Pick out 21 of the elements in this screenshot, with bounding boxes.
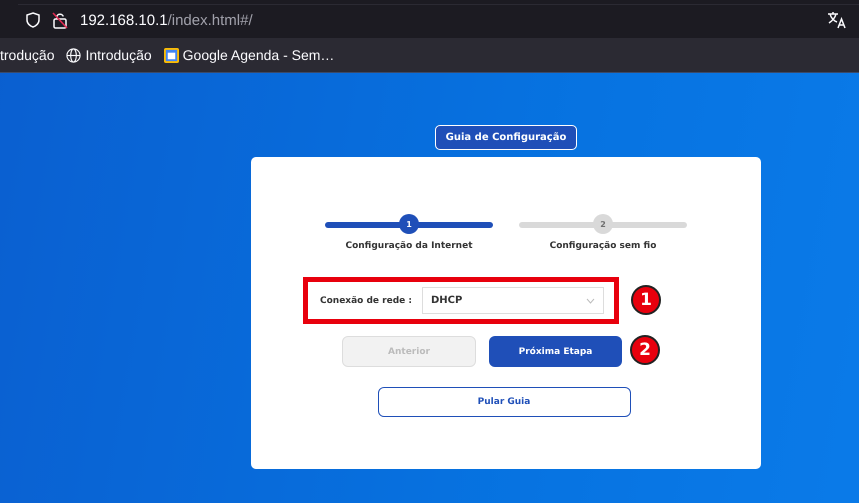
bookmark-link[interactable]: trodução — [0, 47, 54, 63]
translate-icon[interactable] — [827, 11, 847, 29]
annotation-marker: 1 — [631, 285, 661, 315]
step-label: Configuração sem fio — [550, 241, 656, 251]
connection-select[interactable]: DHCP — [422, 287, 604, 314]
calendar-icon — [164, 48, 179, 62]
annotation-marker: 2 — [630, 335, 660, 365]
url-text[interactable]: 192.168.10.1/index.html#/ — [80, 12, 253, 28]
bookmark-link[interactable]: Introdução — [66, 47, 152, 63]
skip-guide-button[interactable]: Pular Guia — [378, 387, 630, 417]
bookmark-link[interactable]: Google Agenda - Sem… — [164, 47, 334, 63]
guide-title-button[interactable]: Guia de Configuração — [434, 125, 578, 150]
insecure-lock-icon[interactable] — [52, 12, 68, 28]
chevron-down-icon — [586, 298, 595, 304]
step-number: 1 — [399, 214, 419, 234]
connection-label: Conexão de rede : — [319, 296, 413, 306]
shield-icon[interactable] — [26, 12, 40, 28]
globe-icon — [66, 48, 82, 62]
step-number: 2 — [593, 214, 613, 234]
step-label: Configuração da Internet — [345, 241, 472, 251]
next-step-button[interactable]: Próxima Etapa — [489, 336, 622, 367]
